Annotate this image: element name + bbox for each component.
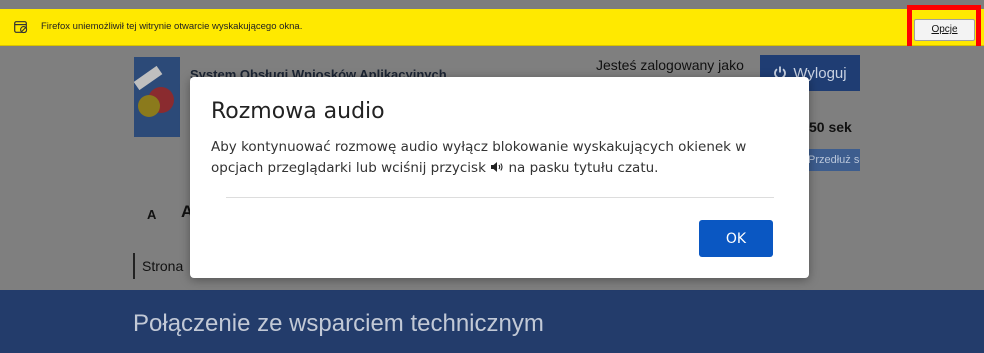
page-title: Połączenie ze wsparciem technicznym (133, 310, 544, 337)
hero-banner: Połączenie ze wsparciem technicznym (0, 290, 984, 353)
breadcrumb-divider (133, 253, 135, 279)
eu-funds-logo (134, 57, 180, 137)
logged-in-text: Jesteś zalogowany jako (596, 57, 744, 73)
ok-button[interactable]: OK (699, 220, 773, 257)
options-button[interactable]: Opcje (914, 19, 975, 41)
session-timer: 50 sek (809, 119, 852, 135)
extend-session-button[interactable]: Przedłuż sesję (806, 149, 860, 171)
dialog-message-part1: Aby kontynuować rozmowę audio wyłącz blo… (211, 139, 747, 176)
notification-message: Firefox uniemożliwił tej witrynie otwarc… (41, 21, 303, 32)
dialog-title: Rozmowa audio (211, 99, 385, 124)
dialog-message-part2: na pasku tytułu czatu. (504, 160, 659, 176)
popup-blocked-icon (14, 21, 28, 34)
dialog-message: Aby kontynuować rozmowę audio wyłącz blo… (211, 137, 796, 179)
audio-call-dialog: Rozmowa audio Aby kontynuować rozmowę au… (190, 77, 809, 278)
speaker-icon (491, 162, 503, 172)
font-size-small-button[interactable]: A (147, 207, 156, 222)
breadcrumb[interactable]: Strona (142, 258, 183, 274)
popup-blocked-notification-bar: Firefox uniemożliwił tej witrynie otwarc… (0, 9, 984, 46)
dialog-divider (226, 197, 774, 198)
